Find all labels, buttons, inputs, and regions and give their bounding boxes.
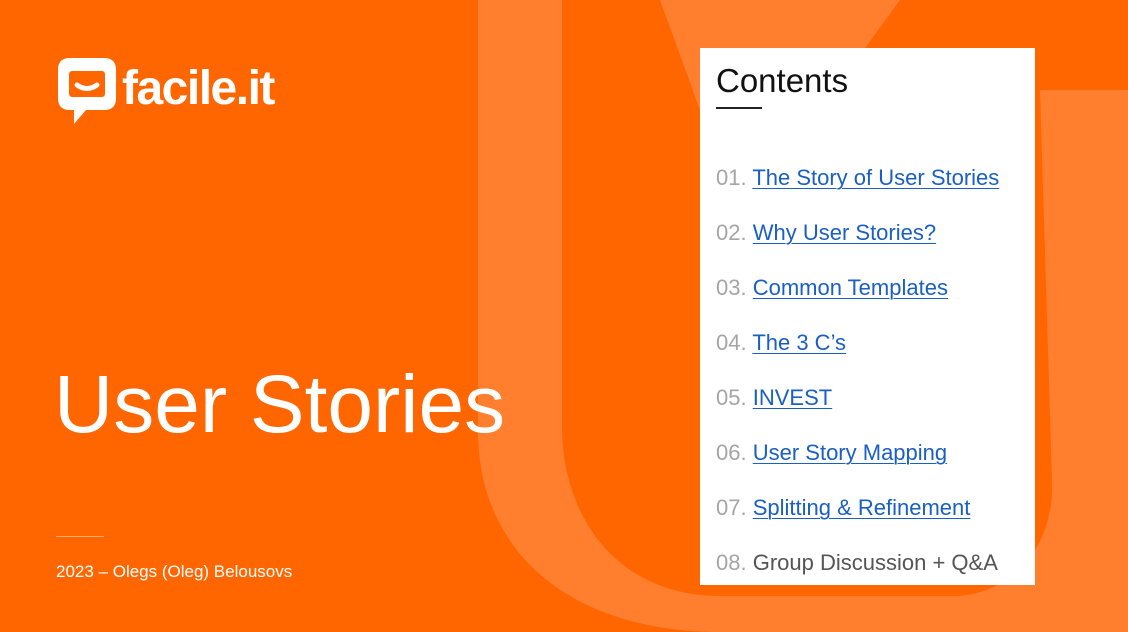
toc-link-splitting-refinement[interactable]: Splitting & Refinement: [753, 495, 971, 520]
toc-number: 05.: [716, 385, 747, 410]
toc-link-story-of-user-stories[interactable]: The Story of User Stories: [752, 165, 999, 190]
toc-number: 08.: [716, 550, 747, 575]
title-divider: [56, 536, 104, 537]
toc-number: 02.: [716, 220, 747, 245]
toc-item-1: 01. The Story of User Stories: [716, 164, 999, 219]
toc-number: 03.: [716, 275, 747, 300]
contents-list: 01. The Story of User Stories 02. Why Us…: [716, 164, 999, 604]
toc-number: 07.: [716, 495, 747, 520]
toc-item-6: 06. User Story Mapping: [716, 439, 999, 494]
toc-label-group-discussion: Group Discussion + Q&A: [752, 550, 998, 575]
toc-link-three-cs[interactable]: The 3 C’s: [752, 330, 846, 355]
toc-link-why-user-stories[interactable]: Why User Stories?: [753, 220, 936, 245]
toc-item-7: 07. Splitting & Refinement: [716, 494, 999, 549]
speech-bubble-smile-icon: [58, 58, 116, 124]
toc-number: 06.: [716, 440, 747, 465]
facile-logo[interactable]: facile.it: [56, 56, 275, 126]
toc-item-2: 02. Why User Stories?: [716, 219, 999, 274]
contents-heading: Contents: [716, 62, 849, 99]
toc-item-5: 05. INVEST: [716, 384, 999, 439]
toc-item-3: 03. Common Templates: [716, 274, 999, 329]
slide-title: User Stories: [54, 359, 506, 450]
toc-number: 01.: [716, 165, 747, 190]
slide-subtitle: 2023 – Olegs (Oleg) Belousovs: [56, 562, 293, 581]
toc-link-invest[interactable]: INVEST: [753, 385, 832, 410]
toc-link-user-story-mapping[interactable]: User Story Mapping: [753, 440, 947, 465]
toc-item-8: 08. Group Discussion + Q&A: [716, 549, 999, 604]
contents-panel: Contents 01. The Story of User Stories 0…: [700, 48, 1035, 585]
contents-heading-rule: [716, 107, 762, 109]
toc-number: 04.: [716, 330, 747, 355]
logo-wordmark: facile.it: [122, 62, 275, 115]
toc-item-4: 04. The 3 C’s: [716, 329, 999, 384]
toc-link-common-templates[interactable]: Common Templates: [753, 275, 948, 300]
